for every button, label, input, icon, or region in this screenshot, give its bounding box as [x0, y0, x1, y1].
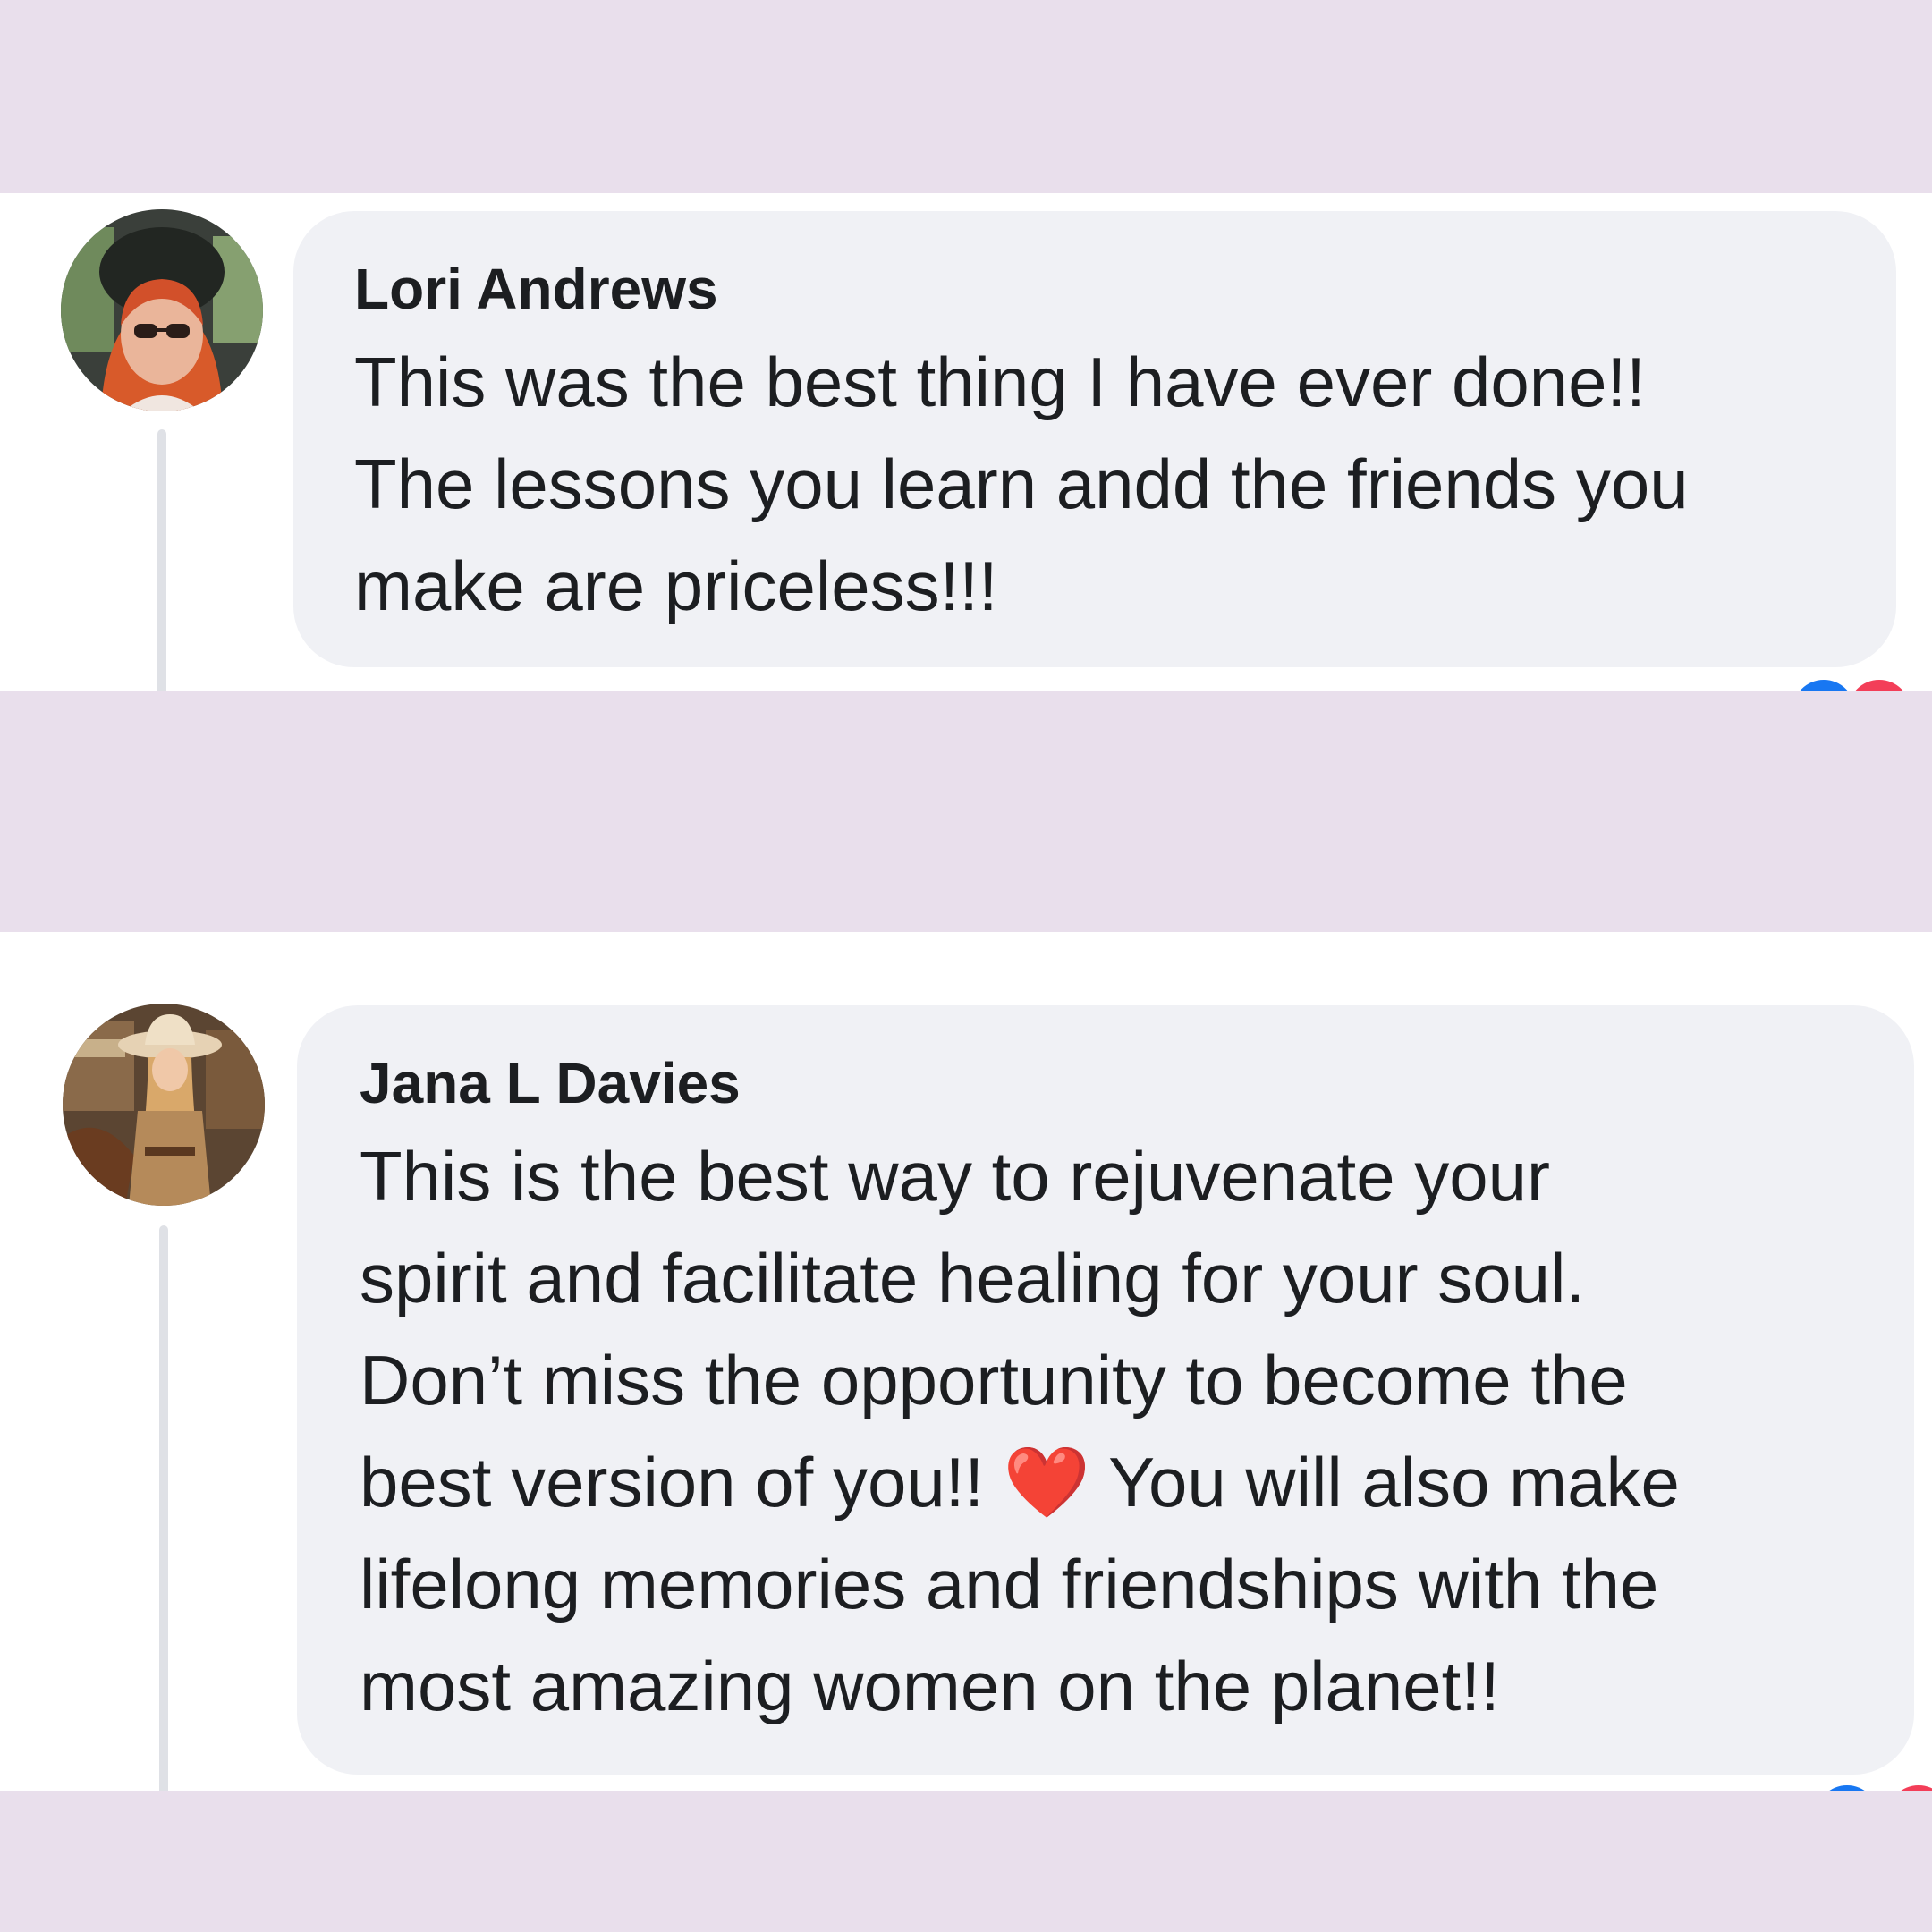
comment-line-part: You will also make — [1108, 1443, 1680, 1521]
comment-line: most amazing women on the planet!! — [360, 1647, 1500, 1725]
thread-line — [159, 1225, 168, 1791]
heart-emoji-icon: ❤️ — [1003, 1443, 1090, 1521]
avatar[interactable] — [63, 1004, 265, 1206]
avatar-photo-icon — [63, 1004, 265, 1206]
comment-line: best version of you!! ❤️ You will also m… — [360, 1431, 1680, 1533]
comment-bubble: Lori Andrews This was the best thing I h… — [293, 211, 1896, 667]
comment-line: This is the best way to rejuvenate your — [360, 1137, 1550, 1216]
comment-line: spirit and facilitate healing for your s… — [360, 1239, 1586, 1318]
comment-jana-l-davies: Jana L Davies This is the best way to re… — [0, 932, 1932, 1791]
comment-line: lifelong memories and friendships with t… — [360, 1545, 1659, 1623]
thread-line — [157, 429, 166, 691]
comment-line: make are priceless!!! — [354, 547, 998, 625]
comment-bubble: Jana L Davies This is the best way to re… — [297, 1005, 1914, 1775]
comment-author[interactable]: Lori Andrews — [354, 256, 718, 322]
love-icon[interactable] — [1887, 1785, 1932, 1791]
like-icon[interactable] — [1816, 1785, 1878, 1791]
comment-author[interactable]: Jana L Davies — [360, 1050, 741, 1116]
comment-line: The lessons you learn andd the friends y… — [354, 445, 1689, 523]
love-icon[interactable] — [1848, 680, 1911, 691]
comment-line: This was the best thing I have ever done… — [354, 343, 1646, 421]
avatar-photo-icon — [61, 209, 263, 411]
like-icon[interactable] — [1792, 680, 1855, 691]
comment-line-part: best version of you!! — [360, 1443, 985, 1521]
comment-lori-andrews: Lori Andrews This was the best thing I h… — [0, 193, 1932, 691]
avatar[interactable] — [61, 209, 263, 411]
comment-line: Don’t miss the opportunity to become the — [360, 1341, 1628, 1419]
